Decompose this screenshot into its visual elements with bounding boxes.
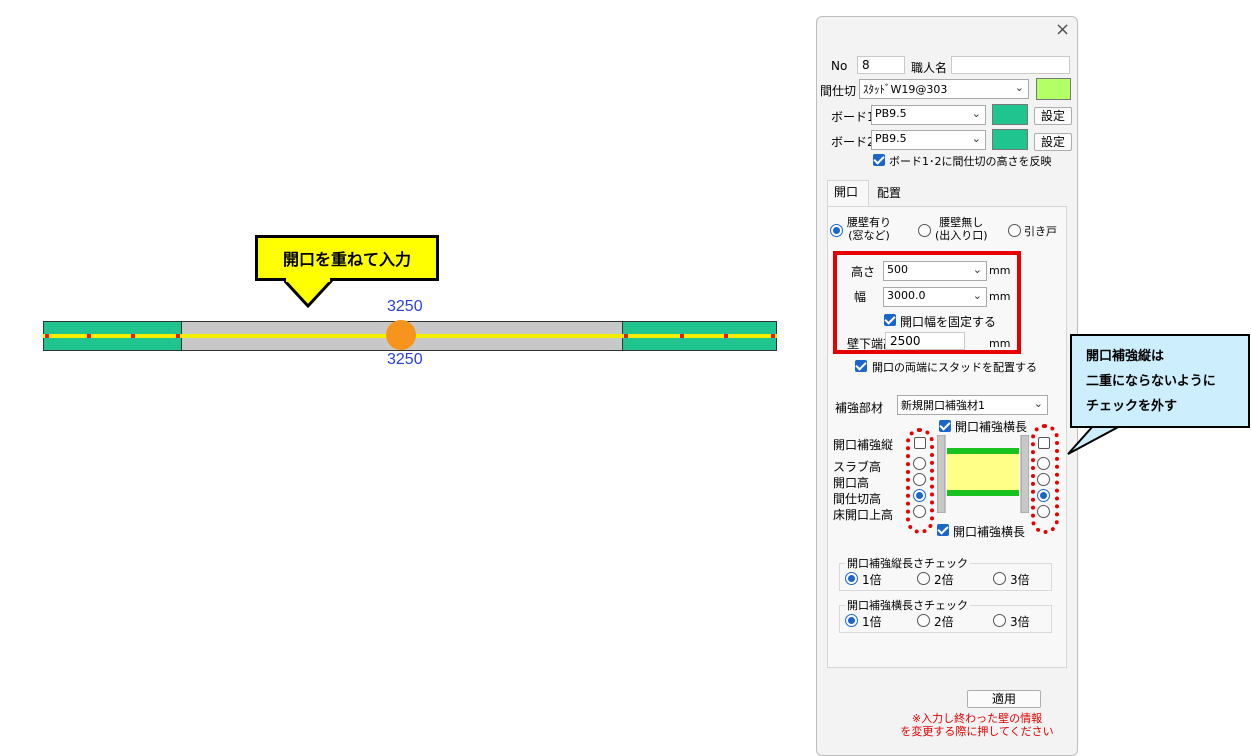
vertical-length-2x[interactable] [917, 572, 930, 585]
highlight-left-vertical [906, 428, 934, 534]
vertical-length-title: 開口補強縦長さチェック [845, 555, 970, 571]
callout-uncheck-vertical: 開口補強縦は 二重にならないように チェックを外す [1070, 334, 1250, 428]
reinforcement-diagram [937, 435, 1029, 513]
dimension-top: 3250 [387, 298, 423, 315]
place-studs-label: 開口の両端にスタッドを配置する [872, 361, 1037, 374]
radio-waist-wall-label: 腰壁有り (窓など) [847, 216, 891, 242]
board2-label: ボード2 [831, 135, 875, 149]
board1-value: PB9.5 [875, 107, 907, 120]
horizontal-length-1x[interactable] [845, 614, 858, 627]
stud-marker [131, 334, 135, 338]
callout-pointer [284, 278, 336, 308]
board2-value: PB9.5 [875, 132, 907, 145]
height-option-partition: 間仕切高 [833, 492, 882, 506]
height-option-slab: スラブ高 [833, 460, 882, 474]
height-option-floor-opening: 床開口上高 [833, 508, 894, 522]
board2-select[interactable]: PB9.5 ⌄ [871, 130, 986, 150]
highlight-right-vertical [1031, 424, 1059, 534]
stud-marker [771, 334, 775, 338]
partition-value: ｽﾀｯﾄﾞW19@303 [863, 83, 948, 96]
stud-marker [724, 334, 728, 338]
callout2-line3: チェックを外す [1086, 399, 1178, 414]
waist-wall-line2: (窓など) [848, 229, 890, 242]
horizontal-top-checkbox[interactable] [939, 420, 951, 432]
reflect-height-label: ボード1･2に間仕切の高さを反映 [889, 155, 1052, 168]
board1-select[interactable]: PB9.5 ⌄ [871, 105, 986, 125]
tab-opening-label: 開口 [834, 185, 859, 199]
close-icon[interactable]: × [1055, 19, 1070, 40]
tab-opening[interactable]: 開口 [827, 180, 869, 207]
apply-note-line2: を変更する際に押してください [900, 725, 1054, 738]
no-field[interactable]: 8 [857, 56, 905, 74]
radio-no-waist-wall-label: 腰壁無し (出入り口) [935, 216, 988, 242]
radio-waist-wall[interactable] [830, 224, 843, 237]
vertical-length-3x[interactable] [993, 572, 1006, 585]
waist-wall-line1: 腰壁有り [847, 216, 891, 229]
radio-sliding-door[interactable] [1008, 224, 1021, 237]
partition-color-swatch[interactable] [1036, 78, 1071, 100]
board2-color-swatch[interactable] [992, 129, 1028, 150]
craftsman-label: 職人名 [911, 61, 948, 75]
vertical-length-3x-label: 3倍 [1010, 573, 1030, 587]
horizontal-length-3x[interactable] [993, 614, 1006, 627]
callout-overlap-text: 開口を重ねて入力 [282, 250, 411, 269]
chevron-down-icon: ⌄ [1033, 397, 1043, 410]
horizontal-bottom-checkbox[interactable] [937, 524, 949, 536]
board2-settings-button[interactable]: 設定 [1034, 133, 1072, 151]
reinforce-member-select[interactable]: 新規開口補強材1 ⌄ [897, 395, 1048, 415]
callout2-pointer [1067, 424, 1124, 455]
apply-button[interactable]: 適用 [967, 690, 1041, 708]
tab-placement-label: 配置 [877, 186, 902, 200]
reinforce-member-value: 新規開口補強材1 [901, 399, 985, 412]
no-waist-wall-line1: 腰壁無し [939, 216, 984, 229]
stud-marker [624, 334, 628, 338]
horizontal-length-1x-label: 1倍 [862, 615, 882, 629]
horizontal-length-2x[interactable] [917, 614, 930, 627]
craftsman-field[interactable] [951, 56, 1070, 74]
radio-sliding-door-label: 引き戸 [1024, 225, 1057, 238]
radio-no-waist-wall[interactable] [918, 224, 931, 237]
board1-settings-button[interactable]: 設定 [1034, 107, 1072, 125]
vertical-label: 開口補強縦 [833, 438, 894, 452]
apply-note: ※入力し終わった壁の情報 を変更する際に押してください [887, 712, 1067, 738]
reflect-height-checkbox[interactable] [873, 154, 885, 166]
partition-select[interactable]: ｽﾀｯﾄﾞW19@303 ⌄ [859, 79, 1029, 99]
stud-marker [45, 334, 49, 338]
horizontal-length-2x-label: 2倍 [934, 615, 954, 629]
callout-overlap-opening: 開口を重ねて入力 [255, 235, 439, 281]
stud-marker [87, 334, 91, 338]
opening-point-marker[interactable] [386, 320, 416, 350]
horizontal-length-title: 開口補強横長さチェック [845, 597, 970, 613]
no-label: No [831, 59, 848, 73]
chevron-down-icon: ⌄ [971, 132, 981, 145]
place-studs-checkbox[interactable] [855, 360, 867, 372]
chevron-down-icon: ⌄ [971, 107, 981, 120]
board1-color-swatch[interactable] [992, 104, 1028, 125]
partition-label: 間仕切 [820, 84, 857, 98]
reinforce-member-label: 補強部材 [835, 401, 884, 415]
wall-settings-dialog: × No 8 職人名 間仕切 ｽﾀｯﾄﾞW19@303 ⌄ ボード1 PB9.5… [816, 16, 1078, 756]
vertical-length-2x-label: 2倍 [934, 573, 954, 587]
stud-marker [680, 334, 684, 338]
callout2-line2: 二重にならないように [1086, 374, 1216, 389]
vertical-length-1x[interactable] [845, 572, 858, 585]
horizontal-bottom-label: 開口補強横長 [953, 525, 1026, 539]
horizontal-length-3x-label: 3倍 [1010, 615, 1030, 629]
no-waist-wall-line2: (出入り口) [935, 229, 988, 242]
highlight-opening-dimensions [833, 251, 1021, 354]
callout2-line1: 開口補強縦は [1086, 349, 1165, 364]
height-option-opening: 開口高 [833, 476, 870, 490]
board1-label: ボード1 [831, 110, 875, 124]
tab-placement[interactable]: 配置 [871, 182, 907, 202]
dimension-bottom: 3250 [387, 351, 423, 368]
vertical-length-1x-label: 1倍 [862, 573, 882, 587]
horizontal-top-label: 開口補強横長 [955, 420, 1028, 434]
apply-note-line1: ※入力し終わった壁の情報 [911, 712, 1043, 725]
stud-marker [176, 334, 180, 338]
chevron-down-icon: ⌄ [1014, 81, 1024, 94]
